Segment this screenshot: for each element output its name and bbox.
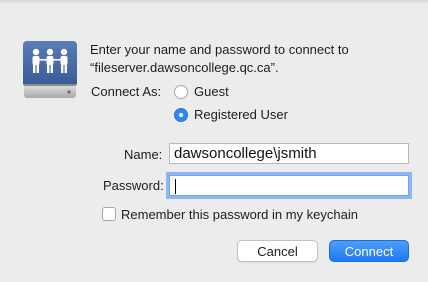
cancel-button[interactable]: Cancel <box>237 240 318 262</box>
prompt-line-2: “fileserver.dawsoncollege.qc.ca”. <box>90 60 279 75</box>
network-server-icon <box>22 40 78 102</box>
remember-password-label[interactable]: Remember this password in my keychain <box>121 207 358 222</box>
prompt-line-1: Enter your name and password to connect … <box>90 42 349 57</box>
radio-registered-user[interactable]: Registered User <box>174 107 288 122</box>
radio-guest-indicator[interactable] <box>174 84 188 99</box>
text-caret <box>175 179 176 194</box>
radio-guest[interactable]: Guest <box>174 84 229 99</box>
password-field[interactable] <box>169 175 409 196</box>
password-label: Password: <box>103 178 164 193</box>
name-field[interactable]: dawsoncollege\jsmith <box>169 143 409 164</box>
radio-registered-user-indicator[interactable] <box>174 107 188 122</box>
connect-to-server-dialog: Enter your name and password to connect … <box>0 0 428 282</box>
remember-password-checkbox[interactable] <box>102 207 116 221</box>
radio-registered-user-label: Registered User <box>194 107 288 122</box>
name-label: Name: <box>124 147 163 162</box>
radio-guest-label: Guest <box>194 84 229 99</box>
connect-button[interactable]: Connect <box>329 240 409 262</box>
connection-prompt: Enter your name and password to connect … <box>90 41 410 77</box>
dialog-top-edge <box>0 0 428 4</box>
connect-as-label: Connect As: <box>91 84 162 99</box>
